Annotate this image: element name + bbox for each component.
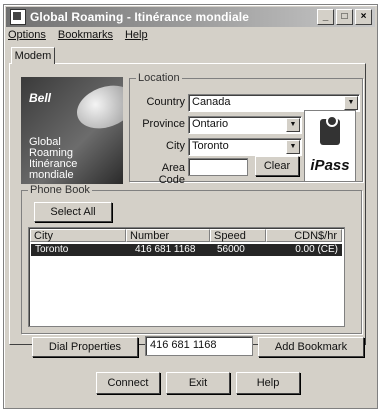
cell-speed: 56000: [217, 244, 245, 255]
province-label: Province: [142, 118, 185, 130]
connect-button[interactable]: Connect: [96, 372, 160, 394]
province-value: Ontario: [192, 118, 229, 130]
logo-line-4: mondiale: [29, 169, 74, 181]
menu-bookmarks[interactable]: Bookmarks: [58, 29, 113, 41]
globe-icon: [70, 77, 123, 137]
window-title: Global Roaming - Itinérance mondiale: [30, 10, 249, 24]
country-label: Country: [146, 96, 185, 108]
menu-help[interactable]: Help: [125, 29, 148, 41]
column-header-rate[interactable]: CDN$/hr: [266, 229, 342, 242]
app-icon: [10, 9, 26, 25]
phonebook-group-label: Phone Book: [28, 184, 92, 196]
table-row[interactable]: Toronto 416 681 1168 56000 0.00 (CE): [31, 244, 342, 256]
logo-text: Global Roaming Itinérance mondiale: [29, 137, 77, 181]
dial-properties-button[interactable]: Dial Properties: [32, 337, 138, 357]
minimize-button[interactable]: _: [317, 9, 334, 25]
ipass-icon: [320, 115, 340, 145]
ipass-text: iPass: [310, 157, 350, 174]
chevron-down-icon[interactable]: ▼: [286, 118, 300, 132]
maximize-button[interactable]: □: [336, 9, 353, 25]
bell-brand-text: Bell: [29, 91, 52, 105]
title-bar[interactable]: Global Roaming - Itinérance mondiale _ □…: [6, 7, 375, 27]
cell-rate: 0.00 (CE): [295, 244, 338, 255]
city-select[interactable]: Toronto ▼: [188, 138, 302, 156]
cell-city: Toronto: [35, 244, 69, 255]
cell-number: 416 681 1168: [135, 244, 196, 255]
column-header-city[interactable]: City: [30, 229, 126, 242]
dial-number-value: 416 681 1168: [150, 339, 217, 351]
column-header-speed[interactable]: Speed: [210, 229, 266, 242]
area-code-label: Area Code: [158, 162, 185, 186]
province-select[interactable]: Ontario ▼: [188, 116, 302, 134]
phonebook-list[interactable]: City Number Speed CDN$/hr Toronto 416 68…: [28, 227, 345, 327]
location-group-label: Location: [136, 72, 182, 84]
select-all-button[interactable]: Select All: [34, 202, 112, 222]
tab-modem[interactable]: Modem: [11, 47, 55, 64]
city-label: City: [166, 140, 185, 152]
menu-bar: Options Bookmarks Help: [8, 29, 148, 41]
chevron-down-icon[interactable]: ▼: [286, 140, 300, 154]
country-value: Canada: [192, 96, 231, 108]
column-header-number[interactable]: Number: [126, 229, 210, 242]
dial-number-input[interactable]: 416 681 1168: [145, 336, 253, 356]
add-bookmark-button[interactable]: Add Bookmark: [258, 337, 364, 357]
help-button[interactable]: Help: [236, 372, 300, 394]
area-code-input[interactable]: [188, 158, 248, 176]
menu-options[interactable]: Options: [8, 29, 46, 41]
exit-button[interactable]: Exit: [166, 372, 230, 394]
bell-global-roaming-logo: Bell Global Roaming Itinérance mondiale: [21, 77, 123, 184]
chevron-down-icon[interactable]: ▼: [344, 96, 358, 110]
ipass-logo: iPass: [304, 110, 356, 182]
clear-button[interactable]: Clear: [255, 156, 299, 176]
city-value: Toronto: [192, 140, 229, 152]
close-button[interactable]: ×: [355, 9, 372, 25]
